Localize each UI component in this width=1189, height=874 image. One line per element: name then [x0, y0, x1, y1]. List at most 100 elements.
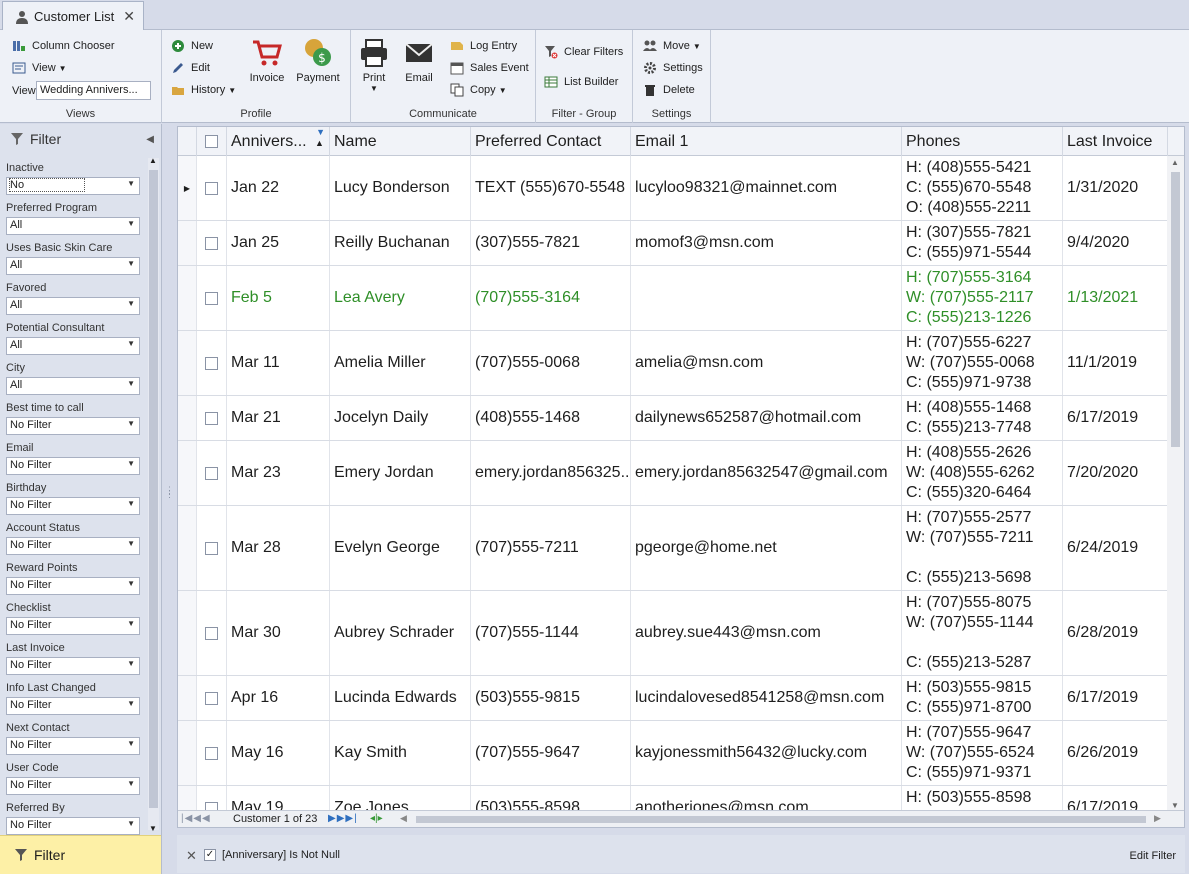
table-row[interactable]: Jan 25 Reilly Buchanan (307)555-7821 momof3… [178, 221, 1168, 266]
row-checkbox[interactable] [197, 721, 227, 785]
table-row[interactable]: Mar 11 Amelia Miller (707)555-0068 amelia@m… [178, 331, 1168, 396]
clear-filter-icon[interactable]: ✕ [186, 848, 197, 864]
row-checkbox[interactable] [197, 221, 227, 265]
scroll-down-icon[interactable]: ▼ [149, 824, 157, 833]
table-row[interactable]: Mar 30 Aubrey Schrader (707)555-1144 aubrey… [178, 591, 1168, 676]
print-button[interactable]: Print ▼ [351, 37, 397, 93]
copy-button[interactable]: Copy ▼ [450, 83, 507, 97]
filter-select[interactable]: No Filter ▼ [6, 537, 140, 555]
sales-event-button[interactable]: Sales Event [450, 61, 529, 75]
edit-button[interactable]: Edit [171, 61, 210, 75]
grid-horizontal-scrollbar-thumb[interactable] [416, 816, 1146, 823]
row-indicator[interactable] [178, 396, 197, 440]
row-indicator[interactable] [178, 221, 197, 265]
filter-select[interactable]: No Filter ▼ [6, 617, 140, 635]
row-checkbox[interactable] [197, 396, 227, 440]
nav-bookmark-icons[interactable]: ◂|▸ [370, 813, 383, 824]
settings-button[interactable]: Settings [643, 61, 703, 75]
filter-select[interactable]: No ▼ [6, 177, 140, 195]
row-checkbox[interactable] [197, 676, 227, 720]
tab-customer-list[interactable]: Customer List ✕ [2, 1, 144, 31]
column-header-last-invoice[interactable]: Last Invoice [1063, 127, 1168, 156]
clear-filters-button[interactable]: Clear Filters [544, 45, 623, 59]
filter-select[interactable]: No Filter ▼ [6, 777, 140, 795]
filter-select[interactable]: All ▼ [6, 297, 140, 315]
filter-select[interactable]: All ▼ [6, 217, 140, 235]
checkbox[interactable] [205, 626, 218, 640]
grid-scrollbar-thumb[interactable] [1171, 172, 1180, 447]
scroll-up-icon[interactable]: ▲ [149, 156, 157, 165]
column-header-email[interactable]: Email 1 [631, 127, 902, 156]
column-header-phones[interactable]: Phones [902, 127, 1063, 156]
row-indicator[interactable] [178, 441, 197, 505]
row-indicator[interactable] [178, 331, 197, 395]
hscroll-right-icon[interactable]: ▶ [1154, 813, 1161, 824]
filter-select[interactable]: No Filter ▼ [6, 817, 140, 835]
column-filter-icon[interactable]: ▼ [316, 127, 325, 147]
filter-select[interactable]: No Filter ▼ [6, 417, 140, 435]
checkbox[interactable] [205, 541, 218, 555]
nav-next-last-icons[interactable]: ▶▶▶| [328, 813, 358, 824]
delete-button[interactable]: Delete [643, 83, 695, 97]
close-tab-icon[interactable]: ✕ [123, 8, 135, 25]
row-checkbox[interactable] [197, 591, 227, 675]
table-row[interactable]: Mar 28 Evelyn George (707)555-7211 pgeorge@… [178, 506, 1168, 591]
checkbox[interactable] [205, 466, 218, 480]
filter-select[interactable]: No Filter ▼ [6, 497, 140, 515]
filter-select[interactable]: All ▼ [6, 377, 140, 395]
table-row[interactable]: May 16 Kay Smith (707)555-9647 kayjonessmit… [178, 721, 1168, 786]
column-header-preferred-contact[interactable]: Preferred Contact [471, 127, 631, 156]
checkbox[interactable] [205, 691, 218, 705]
row-checkbox[interactable] [197, 441, 227, 505]
splitter-grip[interactable]: ⋮ ⋮ [165, 486, 174, 504]
payment-button[interactable]: $ Payment [295, 37, 341, 84]
checkbox[interactable] [205, 181, 218, 195]
table-row[interactable]: Mar 21 Jocelyn Daily (408)555-1468 dailynew… [178, 396, 1168, 441]
row-checkbox[interactable] [197, 156, 227, 220]
filter-select[interactable]: No Filter ▼ [6, 577, 140, 595]
checkbox[interactable] [205, 411, 218, 425]
filter-select[interactable]: No Filter ▼ [6, 697, 140, 715]
table-row[interactable]: Apr 16 Lucinda Edwards (503)555-9815 lucind… [178, 676, 1168, 721]
select-all-checkbox[interactable] [197, 127, 227, 156]
filter-select[interactable]: No Filter ▼ [6, 657, 140, 675]
row-indicator[interactable] [178, 721, 197, 785]
hscroll-left-icon[interactable]: ◀ [400, 813, 407, 824]
row-indicator[interactable] [178, 506, 197, 590]
move-button[interactable]: Move ▼ [643, 39, 701, 53]
filter-enabled-checkbox[interactable]: ✓ [204, 848, 216, 861]
collapse-panel-icon[interactable]: ◀ [146, 134, 154, 145]
filter-select[interactable]: All ▼ [6, 337, 140, 355]
apply-filter-button[interactable]: Filter [0, 835, 161, 874]
nav-first-prev-icons[interactable]: |◀◀◀ [181, 813, 211, 824]
list-builder-button[interactable]: List Builder [544, 75, 618, 89]
row-indicator[interactable] [178, 676, 197, 720]
column-header-name[interactable]: Name [330, 127, 471, 156]
table-row[interactable]: Mar 23 Emery Jordan emery.jordan856325... e… [178, 441, 1168, 506]
row-checkbox[interactable] [197, 331, 227, 395]
checkbox[interactable] [205, 746, 218, 760]
history-button[interactable]: History ▼ [171, 83, 236, 97]
row-checkbox[interactable] [197, 506, 227, 590]
checkbox[interactable] [205, 236, 218, 250]
invoice-button[interactable]: Invoice [244, 37, 290, 84]
checkbox[interactable] [205, 291, 218, 305]
row-checkbox[interactable] [197, 266, 227, 330]
filter-scrollbar[interactable]: ▲ ▼ [148, 156, 159, 833]
table-row[interactable]: Feb 5 Lea Avery (707)555-3164 H: (707)555-3… [178, 266, 1168, 331]
view-select[interactable]: Wedding Annivers... [36, 81, 151, 100]
row-indicator[interactable]: ▶ [178, 156, 197, 220]
filter-select[interactable]: All ▼ [6, 257, 140, 275]
row-indicator[interactable] [178, 591, 197, 675]
view-menu-button[interactable]: View ▼ [12, 61, 67, 75]
scroll-down-icon[interactable]: ▼ [1171, 801, 1179, 810]
table-row[interactable]: ▶ Jan 22 Lucy Bonderson TEXT (555)670-5548 l… [178, 156, 1168, 221]
grid-vertical-scrollbar[interactable]: ▲ ▼ [1167, 156, 1184, 811]
log-entry-button[interactable]: Log Entry [450, 39, 517, 53]
checkbox[interactable] [205, 356, 218, 370]
row-indicator[interactable] [178, 266, 197, 330]
email-button[interactable]: Email [396, 37, 442, 84]
filter-select[interactable]: No Filter ▼ [6, 737, 140, 755]
scroll-up-icon[interactable]: ▲ [1171, 158, 1179, 167]
column-header-anniversary[interactable]: Annivers... ▲ ▼ [227, 127, 330, 156]
